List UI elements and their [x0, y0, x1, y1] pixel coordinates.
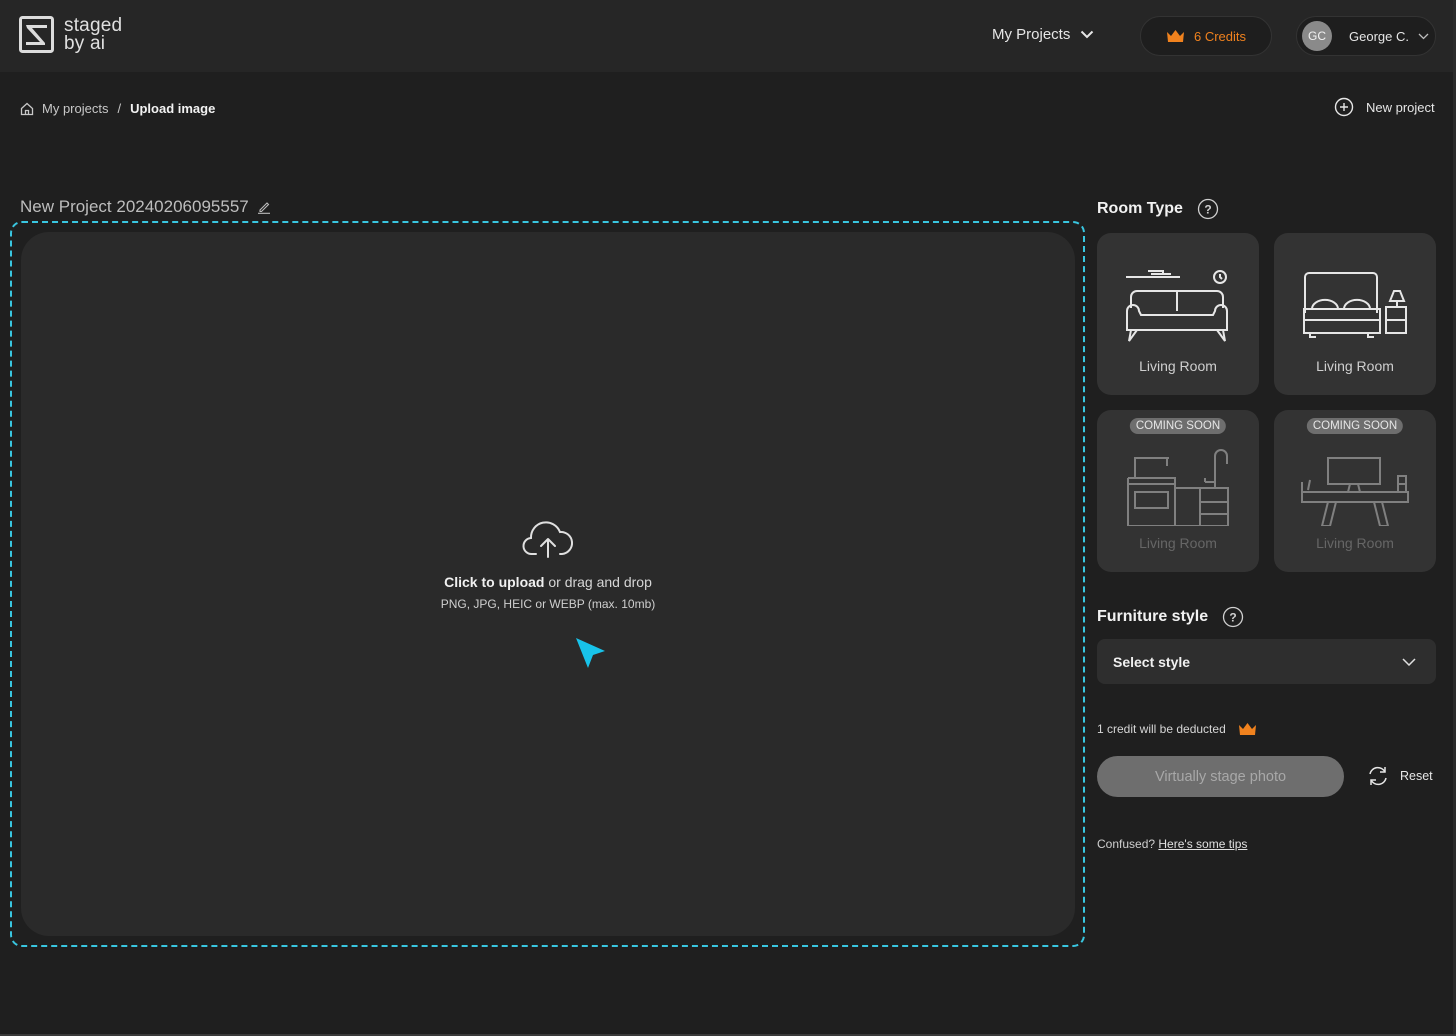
- furniture-style-select[interactable]: Select style: [1097, 639, 1436, 684]
- credit-deduction-note: 1 credit will be deducted: [1097, 722, 1257, 736]
- refresh-icon: [1369, 766, 1387, 786]
- logo-mark-icon: [19, 16, 54, 53]
- my-projects-menu[interactable]: My Projects: [992, 26, 1094, 43]
- tv-stand-icon: [1301, 457, 1409, 526]
- room-card-living-room[interactable]: Living Room: [1097, 233, 1259, 395]
- project-title: New Project 20240206095557: [20, 197, 271, 217]
- room-card-tv-room: COMING SOON Living Room: [1274, 410, 1436, 572]
- tips-link[interactable]: Here's some tips: [1158, 837, 1247, 851]
- brand-name: staged by ai: [64, 14, 123, 54]
- home-icon[interactable]: [20, 102, 34, 116]
- svg-text:?: ?: [1229, 611, 1236, 625]
- help-icon[interactable]: ?: [1197, 198, 1219, 220]
- new-project-button[interactable]: New project: [1334, 97, 1435, 117]
- pencil-icon[interactable]: [257, 200, 271, 214]
- room-type-heading: Room Type ?: [1097, 198, 1219, 220]
- avatar: GC: [1302, 21, 1332, 51]
- credits-button[interactable]: 6 Credits: [1140, 16, 1272, 56]
- tips-text: Confused? Here's some tips: [1097, 837, 1248, 851]
- reset-button[interactable]: Reset: [1367, 766, 1433, 786]
- room-card-label: Living Room: [1316, 535, 1394, 551]
- breadcrumb-my-projects[interactable]: My projects: [42, 101, 108, 116]
- help-icon[interactable]: ?: [1222, 606, 1244, 628]
- breadcrumb-current-page: Upload image: [130, 101, 216, 116]
- upload-file-types: PNG, JPG, HEIC or WEBP (max. 10mb): [440, 597, 656, 611]
- upload-dropzone[interactable]: Click to upload or drag and drop PNG, JP…: [10, 221, 1085, 947]
- room-card-label: Living Room: [1139, 535, 1217, 551]
- room-card-bedroom[interactable]: Living Room: [1274, 233, 1436, 395]
- bed-icon: [1303, 272, 1407, 338]
- crown-icon: [1166, 30, 1184, 42]
- room-card-kitchen: COMING SOON Living Room: [1097, 410, 1259, 572]
- furniture-style-heading: Furniture style ?: [1097, 606, 1244, 628]
- breadcrumb-separator: /: [117, 101, 122, 116]
- coming-soon-badge: COMING SOON: [1306, 418, 1404, 434]
- crown-icon: [1238, 723, 1256, 735]
- dropzone-area: Click to upload or drag and drop PNG, JP…: [21, 232, 1075, 936]
- user-name: George C.: [1349, 28, 1409, 44]
- svg-text:?: ?: [1204, 203, 1211, 217]
- room-card-label: Living Room: [1316, 358, 1394, 374]
- mouse-pointer-icon: [576, 638, 605, 668]
- upload-prompt: Click to upload or drag and drop PNG, JP…: [21, 520, 1075, 611]
- chevron-down-icon: [1081, 30, 1094, 39]
- cloud-upload-icon: [522, 521, 574, 558]
- virtually-stage-photo-button[interactable]: Virtually stage photo: [1097, 756, 1344, 797]
- coming-soon-badge: COMING SOON: [1129, 418, 1227, 434]
- chevron-down-icon: [1418, 33, 1429, 39]
- user-menu[interactable]: GC George C.: [1296, 16, 1436, 56]
- top-navigation-bar: staged by ai My Projects 6 Credits GC Ge…: [0, 0, 1456, 72]
- room-card-label: Living Room: [1139, 358, 1217, 374]
- kitchen-icon: [1127, 449, 1229, 526]
- sofa-icon: [1126, 270, 1228, 342]
- chevron-down-icon: [1402, 657, 1416, 666]
- breadcrumb: My projects / Upload image: [20, 101, 215, 116]
- plus-circle-icon: [1334, 97, 1354, 117]
- upload-instructions: Click to upload or drag and drop: [444, 574, 652, 590]
- brand-logo[interactable]: staged by ai: [19, 16, 122, 53]
